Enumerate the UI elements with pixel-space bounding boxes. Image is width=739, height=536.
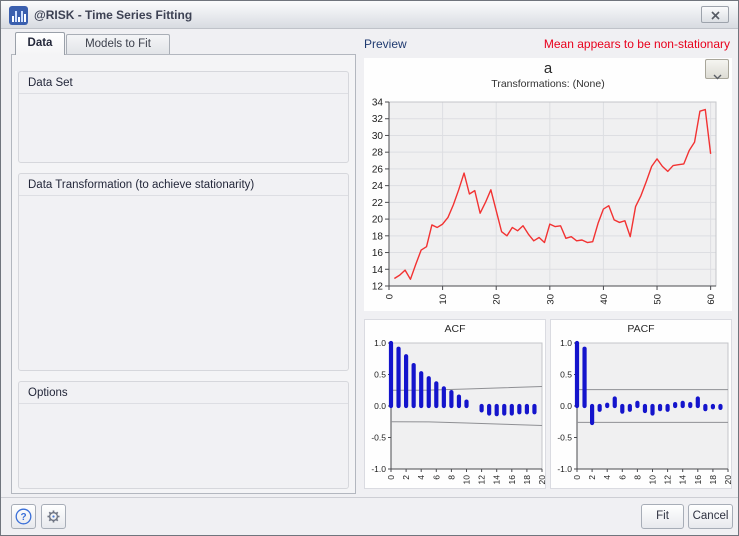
svg-text:20: 20 (537, 475, 547, 485)
group-title: Options (19, 382, 348, 404)
acf-title: ACF (365, 320, 545, 335)
close-button[interactable] (701, 6, 729, 23)
svg-text:-0.5: -0.5 (371, 433, 386, 443)
svg-text:-1.0: -1.0 (557, 464, 572, 474)
svg-text:6: 6 (617, 475, 627, 480)
svg-text:14: 14 (372, 265, 384, 276)
cancel-button[interactable]: Cancel (688, 504, 733, 529)
svg-text:8: 8 (446, 475, 456, 480)
svg-text:1.0: 1.0 (560, 339, 572, 348)
svg-text:34: 34 (372, 98, 384, 109)
svg-text:16: 16 (507, 475, 517, 485)
svg-text:32: 32 (372, 114, 384, 125)
time-series-fitting-dialog: @RISK - Time Series Fitting Data Models … (0, 0, 739, 536)
svg-text:0: 0 (386, 475, 396, 480)
svg-text:60: 60 (706, 294, 717, 305)
svg-text:16: 16 (693, 475, 703, 485)
svg-text:4: 4 (416, 475, 426, 480)
settings-button[interactable] (41, 504, 66, 529)
svg-text:1.0: 1.0 (374, 339, 386, 348)
svg-text:10: 10 (438, 294, 449, 305)
group-title: Data Set (19, 72, 348, 94)
svg-text:4: 4 (602, 475, 612, 480)
svg-text:20: 20 (723, 475, 733, 485)
window-title: @RISK - Time Series Fitting (34, 8, 192, 22)
chart-options-button[interactable] (705, 59, 729, 79)
svg-text:14: 14 (678, 475, 688, 485)
status-message: Mean appears to be non-stationary (544, 37, 730, 51)
svg-text:16: 16 (372, 248, 384, 259)
svg-text:26: 26 (372, 164, 384, 175)
svg-text:8: 8 (632, 475, 642, 480)
svg-text:12: 12 (663, 475, 673, 485)
footer-separator (1, 497, 738, 498)
svg-text:22: 22 (372, 198, 384, 209)
svg-text:?: ? (20, 512, 26, 523)
svg-text:18: 18 (522, 475, 532, 485)
svg-text:30: 30 (372, 131, 384, 142)
svg-text:20: 20 (492, 294, 503, 305)
svg-text:0.5: 0.5 (560, 370, 572, 380)
help-button[interactable]: ? (11, 504, 36, 529)
svg-text:12: 12 (372, 282, 384, 293)
svg-text:2: 2 (401, 475, 411, 480)
svg-text:30: 30 (545, 294, 556, 305)
svg-text:-0.5: -0.5 (557, 433, 572, 443)
fit-button[interactable]: Fit (641, 504, 684, 529)
svg-text:6: 6 (431, 475, 441, 480)
tab-data[interactable]: Data (15, 32, 65, 55)
close-icon (711, 11, 720, 20)
pacf-plot: 1.0 0.5 0.0 -0.5 -1.002468 10 12 14 16 18 20 (551, 339, 733, 492)
svg-text:10: 10 (648, 475, 658, 485)
bar-chart-app-icon (9, 6, 28, 25)
svg-text:20: 20 (372, 215, 384, 226)
svg-text:0.0: 0.0 (560, 401, 572, 411)
group-data-transformation: Data Transformation (to achieve stationa… (18, 173, 349, 371)
title-bar: @RISK - Time Series Fitting (1, 1, 738, 29)
svg-text:18: 18 (372, 231, 384, 242)
svg-text:50: 50 (653, 294, 664, 305)
gear-icon (45, 508, 62, 525)
svg-text:18: 18 (708, 475, 718, 485)
preview-label: Preview (364, 37, 407, 51)
chevron-down-icon (713, 74, 722, 80)
chart-title: a (364, 58, 732, 77)
help-icon: ? (15, 508, 32, 525)
svg-text:12: 12 (477, 475, 487, 485)
svg-text:10: 10 (462, 475, 472, 485)
svg-text:14: 14 (492, 475, 502, 485)
group-title: Data Transformation (to achieve stationa… (19, 174, 348, 196)
svg-text:0.0: 0.0 (374, 401, 386, 411)
svg-text:0: 0 (572, 475, 582, 480)
pacf-title: PACF (551, 320, 731, 335)
svg-text:24: 24 (372, 181, 384, 192)
svg-text:2: 2 (587, 475, 597, 480)
svg-text:-1.0: -1.0 (371, 464, 386, 474)
pacf-chart: PACF 1.0 0.5 0.0 -0.5 -1.002468 10 12 14 16 18 20 (550, 319, 732, 489)
group-options: Options (18, 381, 349, 489)
svg-text:0: 0 (385, 294, 396, 299)
svg-text:28: 28 (372, 148, 384, 159)
tab-models-to-fit[interactable]: Models to Fit (66, 34, 170, 54)
acf-chart: ACF 1.0 0.5 0.0 -0.5 -1.002468 10 12 14 16 18 20 (364, 319, 546, 489)
main-series-chart: a Transformations: (None) 12 14 16 18 20 22 24… (364, 58, 732, 311)
group-data-set: Data Set (18, 71, 349, 163)
acf-plot: 1.0 0.5 0.0 -0.5 -1.002468 10 12 14 16 18 20 (365, 339, 547, 492)
svg-text:40: 40 (599, 294, 610, 305)
chart-subtitle: Transformations: (None) (364, 78, 732, 90)
svg-text:0.5: 0.5 (374, 370, 386, 380)
series-plot: 12 14 16 18 20 22 24 26 28 30 32 34 0 10 20 30 40 50 60 (364, 98, 732, 316)
